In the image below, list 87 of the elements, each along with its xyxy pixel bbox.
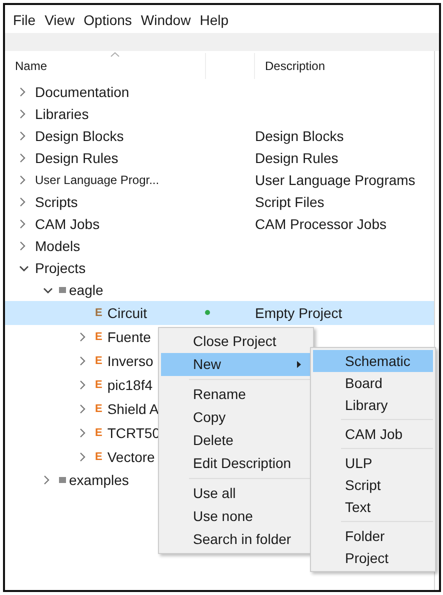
chevron-right-icon[interactable] [19, 153, 26, 163]
chevron-right-icon[interactable] [19, 109, 26, 119]
menu-item[interactable]: Options [84, 11, 132, 29]
item-description: User Language Programs [255, 172, 416, 188]
column-header[interactable]: Description [255, 53, 326, 79]
menu-item[interactable]: Search in folder [161, 528, 311, 551]
project-icon: E [95, 307, 102, 319]
chevron-right-icon[interactable] [79, 452, 86, 462]
menu-item[interactable]: File [13, 11, 36, 29]
project-icon: E [95, 379, 102, 391]
tree-item[interactable]: Scripts [5, 191, 241, 213]
chevron-right-icon[interactable] [43, 475, 50, 485]
item-label: Design Rules [35, 150, 118, 166]
tree-item[interactable]: CAM Jobs [5, 213, 241, 235]
menu-item[interactable]: Folder [313, 525, 433, 547]
tree-item[interactable]: Documentation [5, 81, 241, 103]
menu-item[interactable]: View [44, 11, 75, 29]
chevron-down-icon[interactable] [43, 286, 53, 294]
item-label: Models [35, 238, 80, 254]
folder-icon [59, 287, 66, 293]
chevron-right-icon[interactable] [19, 175, 26, 185]
chevron-right-icon[interactable] [19, 87, 26, 97]
item-label: Fuente [107, 329, 151, 345]
item-description: Script Files [255, 194, 324, 210]
chevron-right-icon[interactable] [19, 241, 26, 251]
menu-item[interactable]: ULP [313, 452, 433, 474]
menu-item[interactable]: Library [313, 394, 433, 416]
menu-item[interactable]: Copy [161, 406, 311, 429]
menu-item[interactable]: Help [200, 11, 228, 29]
chevron-right-icon[interactable] [19, 219, 26, 229]
item-label: Scripts [35, 194, 78, 210]
tree-item[interactable]: Design Blocks [5, 125, 241, 147]
project-icon: E [95, 355, 102, 367]
item-label: Libraries [35, 106, 89, 122]
chevron-right-icon[interactable] [79, 428, 86, 438]
item-description: CAM Processor Jobs [255, 216, 386, 232]
item-label: Inverso [107, 353, 154, 369]
chevron-right-icon[interactable] [19, 131, 26, 141]
item-description: Design Rules [255, 150, 338, 166]
status-dot [205, 310, 210, 315]
chevron-right-icon[interactable] [79, 380, 86, 390]
item-label: Design Blocks [35, 128, 124, 144]
item-label: User Language Progr... [35, 173, 160, 187]
tree-item[interactable]: User Language Progr... [5, 169, 241, 191]
menu-item[interactable]: New [161, 353, 311, 376]
menu-item[interactable]: Script [313, 474, 433, 496]
menu-item[interactable]: Window [140, 11, 191, 29]
tree-item[interactable]: Models [5, 235, 241, 257]
item-description: Empty Project [255, 305, 342, 321]
menu-item[interactable]: Rename [161, 383, 311, 406]
project-icon: E [95, 403, 102, 415]
menu-item[interactable]: CAM Job [313, 423, 433, 445]
menu-item[interactable]: Close Project [161, 330, 311, 353]
item-label: Vectore [107, 449, 155, 465]
menu-item[interactable]: Board [313, 372, 433, 394]
item-label: eagle [69, 282, 104, 298]
project-icon: E [95, 331, 102, 343]
menu-item[interactable]: Use all [161, 482, 311, 505]
project-icon: E [95, 451, 102, 463]
chevron-right-icon[interactable] [19, 197, 26, 207]
menu-item[interactable]: Use none [161, 505, 311, 528]
item-label: Projects [35, 260, 86, 276]
menu-item[interactable]: Schematic [313, 350, 433, 372]
item-description: Design Blocks [255, 128, 344, 144]
tree-item[interactable]: Projects [5, 257, 241, 279]
item-label: Documentation [35, 84, 130, 100]
tree-item[interactable]: E Circuit [5, 301, 241, 325]
item-label: examples [69, 472, 129, 488]
chevron-right-icon[interactable] [79, 356, 86, 366]
menu-item[interactable]: Edit Description [161, 452, 311, 475]
menu-item[interactable]: Delete [161, 429, 311, 452]
menu-item[interactable]: Project [313, 547, 433, 569]
item-label: Circuit [107, 305, 148, 321]
chevron-right-icon[interactable] [79, 404, 86, 414]
menu-item[interactable]: Text [313, 496, 433, 518]
tree-item[interactable]: Design Rules [5, 147, 241, 169]
item-label: Shield A [107, 401, 159, 417]
chevron-down-icon[interactable] [19, 264, 29, 272]
item-label: pic18f4 [107, 377, 152, 393]
sort-icon [110, 52, 120, 57]
column-header[interactable]: Name [5, 53, 206, 79]
folder-icon [59, 477, 66, 483]
tree-item[interactable]: eagle [5, 279, 241, 301]
tree-item[interactable]: Libraries [5, 103, 241, 125]
chevron-right-icon[interactable] [79, 332, 86, 342]
project-icon: E [95, 427, 102, 439]
item-label: CAM Jobs [35, 216, 100, 232]
